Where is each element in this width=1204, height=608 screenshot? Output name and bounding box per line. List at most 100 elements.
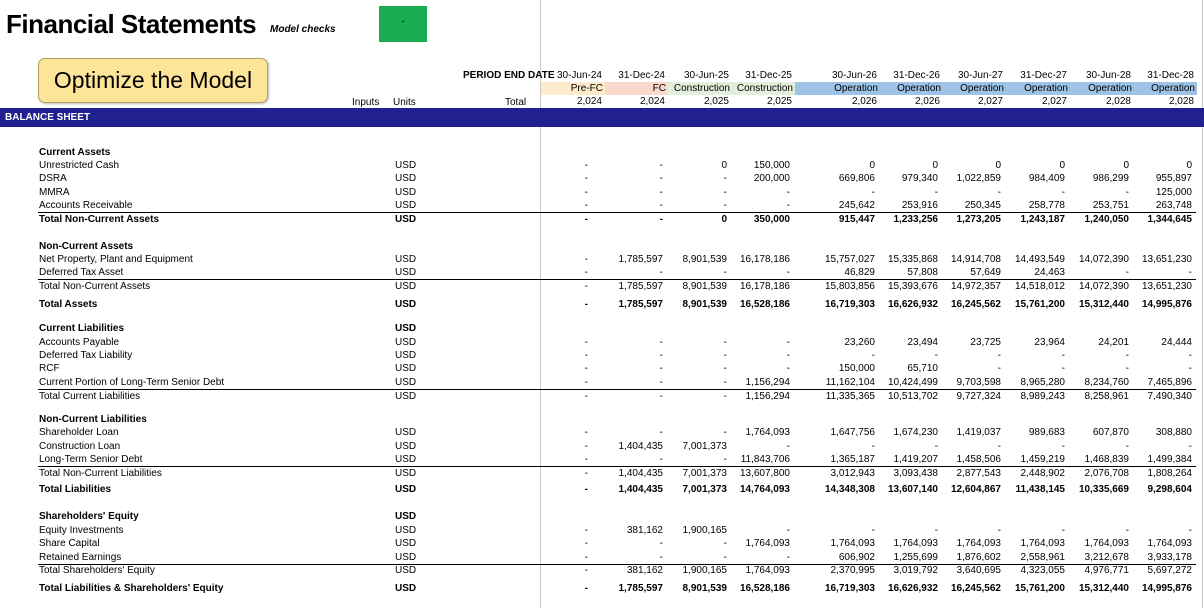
row-value-cell[interactable]: 1,900,165 — [665, 524, 728, 537]
row-value-cell[interactable]: 1,233,256 — [876, 213, 939, 226]
row-value-cell[interactable]: 14,914,708 — [939, 253, 1001, 266]
row-value-cell[interactable]: 606,902 — [813, 551, 875, 564]
row-value-cell[interactable]: - — [1130, 440, 1192, 453]
row-value-cell[interactable]: - — [939, 524, 1001, 537]
row-value-cell[interactable]: 8,901,539 — [665, 253, 728, 266]
row-value-cell[interactable]: - — [601, 349, 663, 362]
row-value-cell[interactable]: - — [601, 453, 663, 466]
row-value-cell[interactable]: 8,901,539 — [665, 298, 728, 311]
row-value-cell[interactable]: - — [1067, 349, 1129, 362]
row-value-cell[interactable]: 11,335,365 — [813, 390, 875, 403]
row-value-cell[interactable]: 350,000 — [728, 213, 790, 226]
row-value-cell[interactable]: 308,880 — [1130, 426, 1192, 439]
row-value-cell[interactable]: - — [601, 551, 663, 564]
row-value-cell[interactable]: 1,785,597 — [601, 280, 664, 293]
row-value-cell[interactable]: 0 — [939, 159, 1001, 172]
row-value-cell[interactable]: 253,751 — [1067, 199, 1129, 212]
row-value-cell[interactable]: 258,778 — [1003, 199, 1065, 212]
row-value-cell[interactable]: 1,785,597 — [601, 253, 664, 266]
row-value-cell[interactable]: - — [601, 172, 663, 185]
row-value-cell[interactable]: 986,299 — [1067, 172, 1129, 185]
row-value-cell[interactable]: 1,674,230 — [876, 426, 939, 439]
row-value-cell[interactable]: 125,000 — [1130, 186, 1192, 199]
row-value-cell[interactable]: 57,649 — [939, 266, 1001, 279]
row-value-cell[interactable]: 1,419,207 — [876, 453, 939, 466]
row-value-cell[interactable]: 46,829 — [813, 266, 875, 279]
row-value-cell[interactable]: 0 — [1003, 159, 1065, 172]
row-value-cell[interactable]: 607,870 — [1067, 426, 1129, 439]
optimize-model-button[interactable]: Optimize the Model — [38, 58, 268, 103]
row-value-cell[interactable]: - — [876, 349, 938, 362]
row-value-cell[interactable]: 1,156,294 — [728, 376, 791, 389]
row-value-cell[interactable]: - — [601, 537, 663, 550]
row-value-cell[interactable]: - — [728, 551, 790, 564]
row-value-cell[interactable]: 1,022,859 — [939, 172, 1002, 185]
row-value-cell[interactable]: - — [601, 362, 663, 375]
row-value-cell[interactable]: 10,335,669 — [1067, 483, 1129, 496]
row-value-cell[interactable]: 15,393,676 — [876, 280, 938, 293]
row-value-cell[interactable]: - — [728, 336, 790, 349]
row-value-cell[interactable]: 8,901,539 — [665, 582, 728, 595]
row-value-cell[interactable]: 245,642 — [813, 199, 875, 212]
row-value-cell[interactable]: 5,697,272 — [1130, 564, 1193, 577]
row-value-cell[interactable]: - — [1003, 349, 1065, 362]
row-value-cell[interactable]: - — [665, 336, 727, 349]
row-value-cell[interactable]: 11,438,145 — [1003, 483, 1066, 496]
row-value-cell[interactable]: - — [1003, 524, 1065, 537]
row-value-cell[interactable]: 14,348,308 — [813, 483, 875, 496]
row-value-cell[interactable]: 1,404,435 — [601, 440, 664, 453]
row-value-cell[interactable]: 7,001,373 — [665, 440, 728, 453]
row-value-cell[interactable]: - — [665, 537, 727, 550]
row-value-cell[interactable]: 2,448,902 — [1003, 467, 1066, 480]
model-checks-indicator[interactable]: - — [379, 6, 427, 42]
row-value-cell[interactable]: 3,093,438 — [876, 467, 939, 480]
row-value-cell[interactable]: 1,240,050 — [1067, 213, 1130, 226]
row-value-cell[interactable]: 9,727,324 — [939, 390, 1002, 403]
row-value-cell[interactable]: 4,323,055 — [1003, 564, 1066, 577]
row-value-cell[interactable]: - — [601, 376, 663, 389]
row-value-cell[interactable]: 0 — [813, 159, 875, 172]
row-value-cell[interactable]: - — [665, 426, 727, 439]
row-value-cell[interactable]: - — [601, 213, 663, 226]
row-value-cell[interactable]: 1,458,506 — [939, 453, 1002, 466]
row-value-cell[interactable]: 14,995,876 — [1130, 298, 1192, 311]
row-value-cell[interactable]: - — [728, 186, 790, 199]
row-value-cell[interactable]: 11,162,104 — [813, 376, 875, 389]
row-value-cell[interactable]: 1,156,294 — [728, 390, 791, 403]
row-value-cell[interactable]: - — [665, 349, 727, 362]
row-value-cell[interactable]: 12,604,867 — [939, 483, 1001, 496]
row-value-cell[interactable]: 200,000 — [728, 172, 790, 185]
row-value-cell[interactable]: 1,764,093 — [1067, 537, 1130, 550]
row-value-cell[interactable]: 15,757,027 — [813, 253, 875, 266]
row-value-cell[interactable]: 11,843,706 — [728, 453, 790, 466]
row-value-cell[interactable]: 24,463 — [1003, 266, 1065, 279]
row-value-cell[interactable]: 2,370,995 — [813, 564, 876, 577]
row-value-cell[interactable]: 14,518,012 — [1003, 280, 1065, 293]
row-value-cell[interactable]: 16,626,932 — [876, 298, 938, 311]
row-value-cell[interactable]: 1,344,645 — [1130, 213, 1193, 226]
row-value-cell[interactable]: - — [665, 390, 727, 403]
row-value-cell[interactable]: - — [1067, 362, 1129, 375]
row-value-cell[interactable]: 3,640,695 — [939, 564, 1002, 577]
row-value-cell[interactable]: 15,803,856 — [813, 280, 875, 293]
row-value-cell[interactable]: 1,764,093 — [876, 537, 939, 550]
row-value-cell[interactable]: 1,459,219 — [1003, 453, 1066, 466]
row-value-cell[interactable]: 23,494 — [876, 336, 938, 349]
row-value-cell[interactable]: 1,764,093 — [728, 426, 791, 439]
row-value-cell[interactable]: 150,000 — [728, 159, 790, 172]
row-value-cell[interactable]: 1,808,264 — [1130, 467, 1193, 480]
row-value-cell[interactable]: 7,001,373 — [665, 467, 728, 480]
row-value-cell[interactable]: - — [876, 524, 938, 537]
row-value-cell[interactable]: 23,260 — [813, 336, 875, 349]
row-value-cell[interactable]: 14,072,390 — [1067, 280, 1129, 293]
row-value-cell[interactable]: 7,490,340 — [1130, 390, 1193, 403]
row-value-cell[interactable]: 150,000 — [813, 362, 875, 375]
row-value-cell[interactable]: 8,965,280 — [1003, 376, 1066, 389]
row-value-cell[interactable]: 24,444 — [1130, 336, 1192, 349]
row-value-cell[interactable]: 7,001,373 — [665, 483, 728, 496]
row-value-cell[interactable]: 16,626,932 — [876, 582, 938, 595]
row-value-cell[interactable]: 13,651,230 — [1130, 253, 1192, 266]
row-value-cell[interactable]: - — [939, 349, 1001, 362]
row-value-cell[interactable]: 16,245,562 — [939, 298, 1001, 311]
row-value-cell[interactable]: 1,365,187 — [813, 453, 876, 466]
